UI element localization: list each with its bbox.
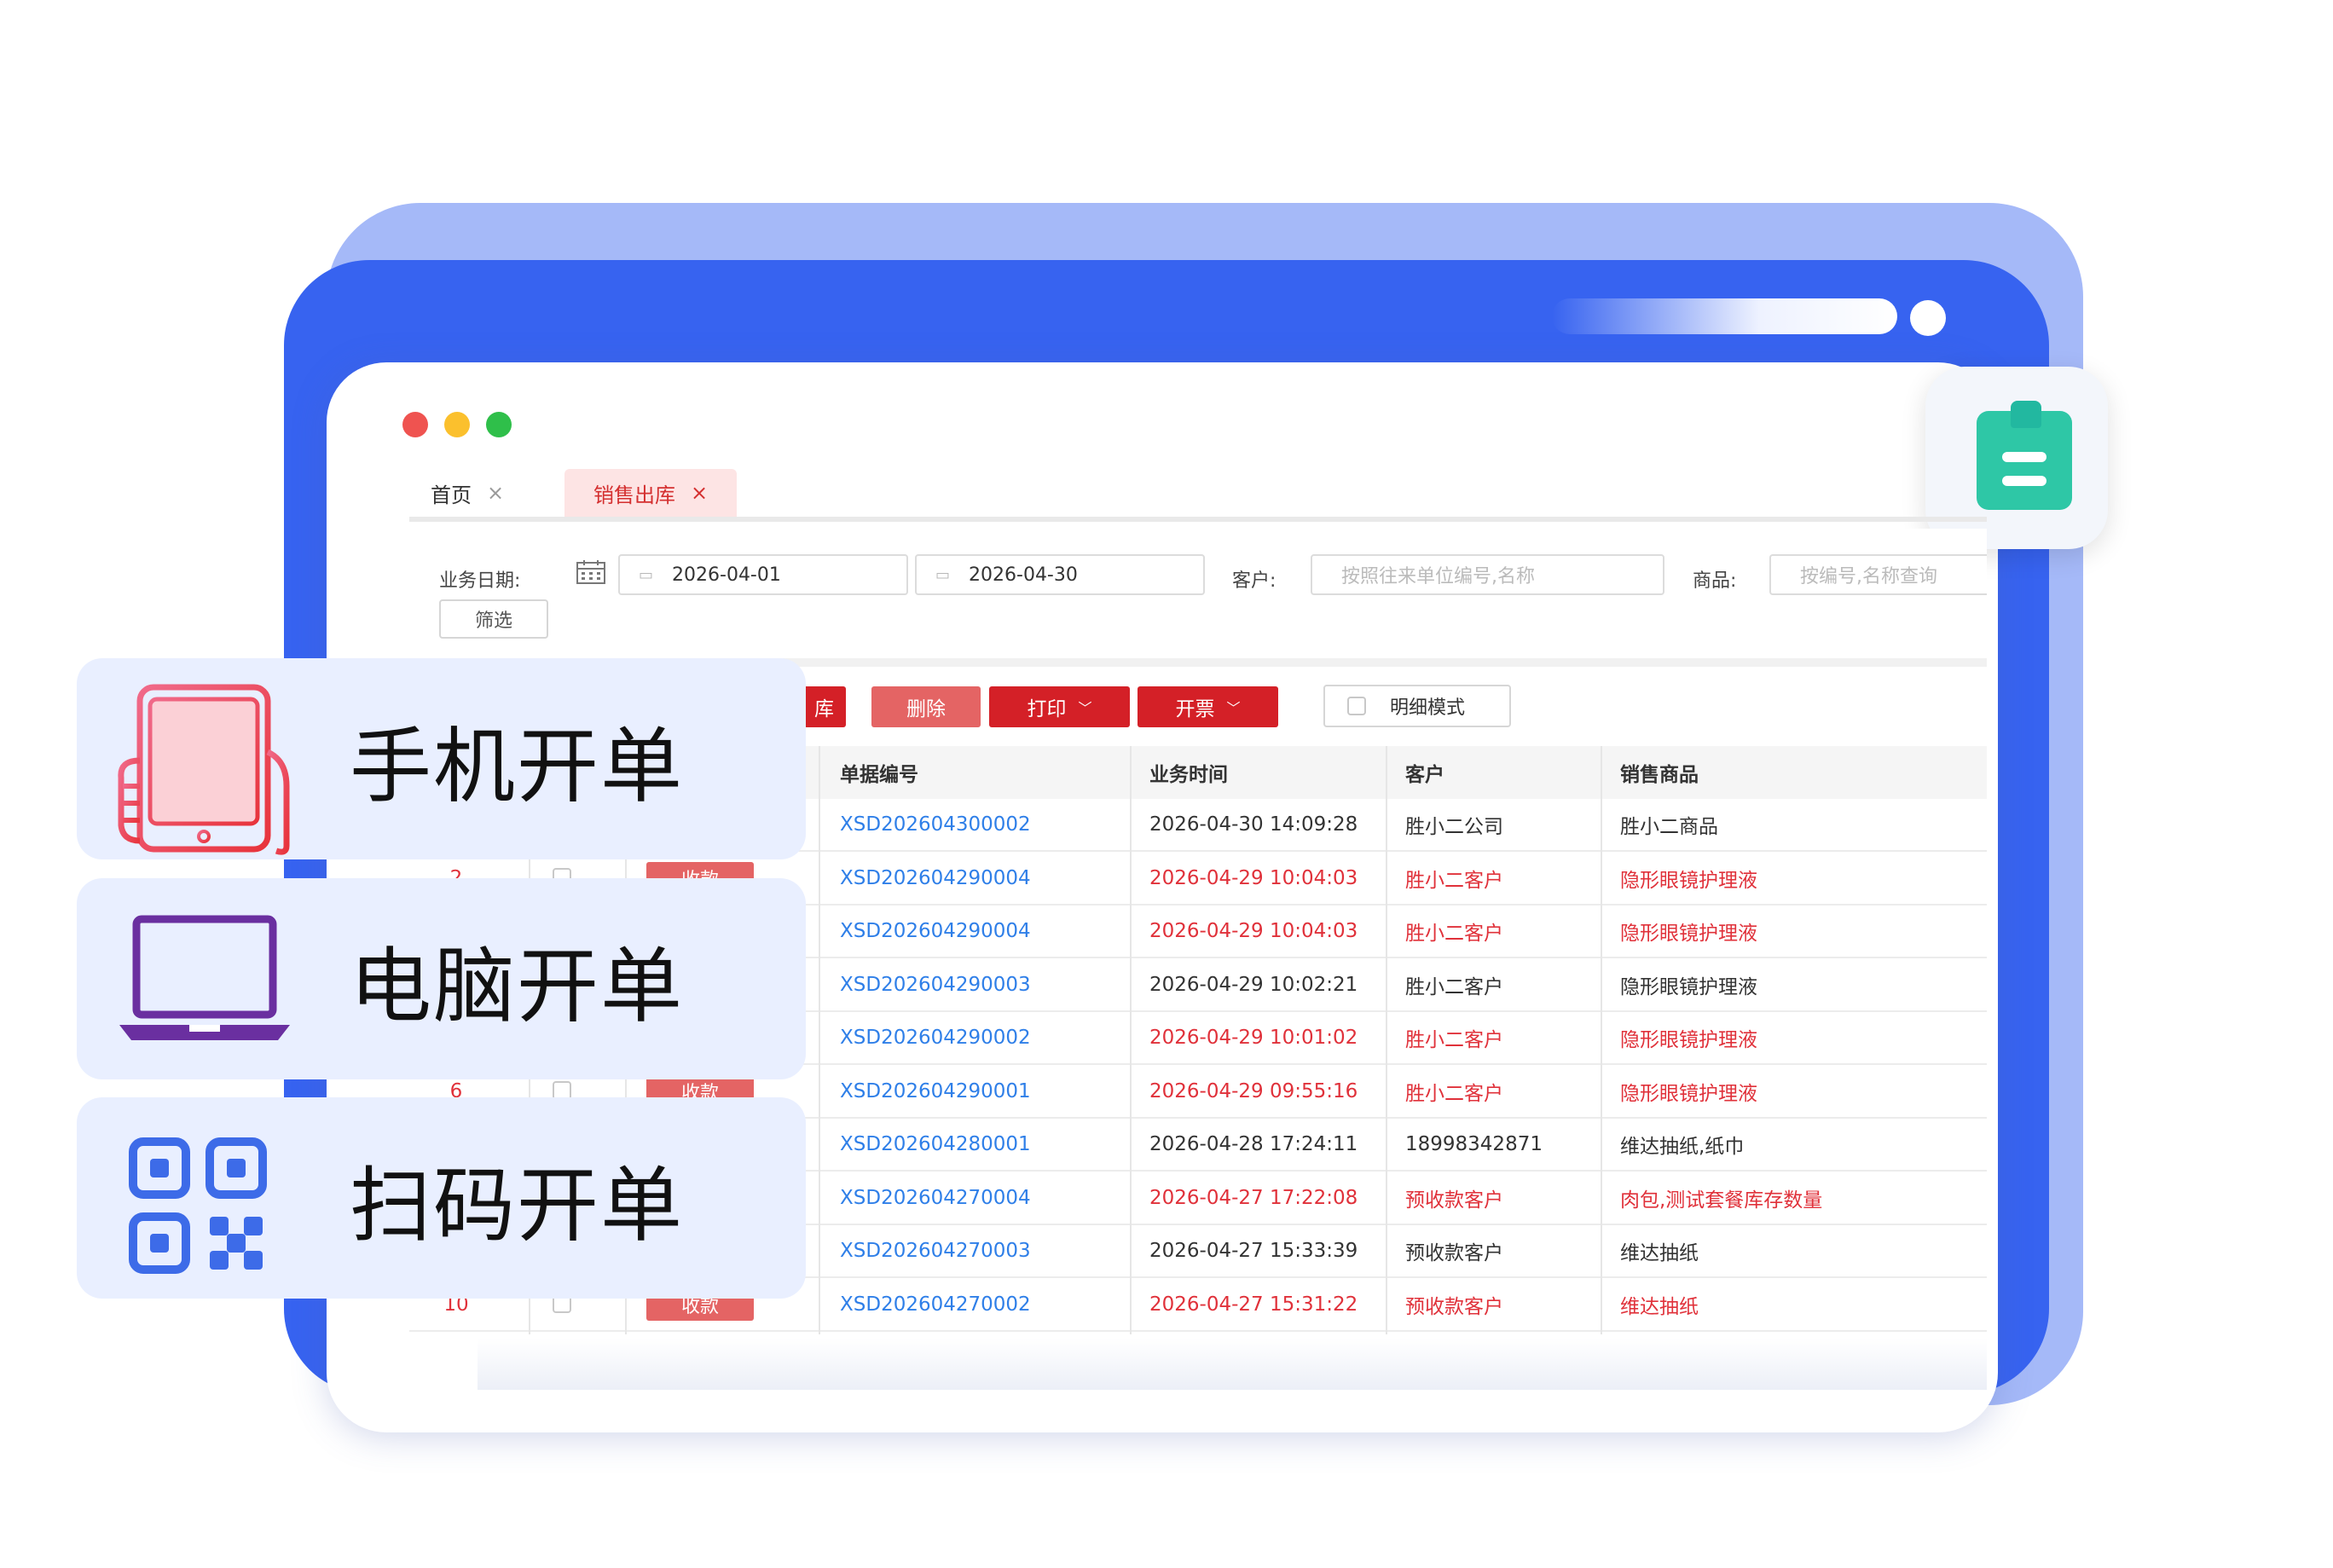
feature-title-desktop: 电脑开单 <box>350 938 684 1034</box>
customer-name: 胜小二客户 <box>1405 1082 1503 1105</box>
product-names: 隐形眼镜护理液 <box>1620 923 1757 945</box>
detail-mode-label: 明细模式 <box>1390 697 1466 719</box>
window-minimize-dot[interactable] <box>444 412 470 437</box>
order-number-link[interactable]: XSD202604290002 <box>840 1012 1031 1063</box>
date-start-value: 2026-04-01 <box>672 564 781 586</box>
column-divider <box>819 746 820 1334</box>
tab-divider <box>409 517 1987 522</box>
product-names: 维达抽纸 <box>1620 1242 1699 1264</box>
business-time: 2026-04-28 17:24:11 <box>1149 1133 1358 1155</box>
business-time: 2026-04-29 10:01:02 <box>1149 1027 1358 1049</box>
order-number-link[interactable]: XSD202604280001 <box>840 1119 1031 1170</box>
customer-name: 胜小二客户 <box>1405 975 1503 998</box>
outbound-button-label: 库 <box>814 698 834 720</box>
product-names: 隐形眼镜护理液 <box>1620 975 1757 998</box>
customer-name: 胜小二客户 <box>1405 869 1503 892</box>
product-names: 隐形眼镜护理液 <box>1620 869 1757 892</box>
business-time: 2026-04-29 10:04:03 <box>1149 866 1358 889</box>
clipboard-line <box>2002 476 2046 486</box>
detail-mode-toggle[interactable]: 明细模式 <box>1323 685 1511 727</box>
product-names: 隐形眼镜护理液 <box>1620 1082 1757 1105</box>
product-names: 肉包,测试套餐库存数量 <box>1620 1189 1823 1212</box>
window-maximize-dot[interactable] <box>486 412 512 437</box>
delete-button[interactable]: 删除 <box>871 686 981 727</box>
customer-name: 预收款客户 <box>1405 1295 1503 1318</box>
column-header-no[interactable]: 单据编号 <box>840 746 918 799</box>
customer-name: 18998342871 <box>1405 1133 1543 1155</box>
tab-home[interactable]: 首页 × <box>431 469 504 517</box>
product-placeholder: 按编号,名称查询 <box>1800 566 1937 587</box>
product-names: 隐形眼镜护理液 <box>1620 1029 1757 1051</box>
header-dot-decoration <box>1910 300 1946 336</box>
column-header-customer[interactable]: 客户 <box>1405 746 1444 799</box>
tab-sales-outbound-label: 销售出库 <box>593 483 675 507</box>
customer-placeholder: 按照往来单位编号,名称 <box>1341 566 1535 587</box>
tab-sales-outbound[interactable]: 销售出库 × <box>564 469 738 517</box>
business-time: 2026-04-29 09:55:16 <box>1149 1079 1358 1102</box>
customer-search-input[interactable]: 按照往来单位编号,名称 <box>1311 554 1664 595</box>
close-icon[interactable]: × <box>691 481 708 505</box>
business-time: 2026-04-27 17:22:08 <box>1149 1186 1358 1209</box>
order-number-link[interactable]: XSD202604290004 <box>840 906 1031 957</box>
order-number-link[interactable]: XSD202604290003 <box>840 959 1031 1010</box>
filter-button[interactable]: 筛选 <box>439 599 548 639</box>
date-label: 业务日期: <box>439 570 521 592</box>
column-divider <box>1601 746 1602 1334</box>
invoice-label: 开票 <box>1175 698 1215 720</box>
column-header-product[interactable]: 销售商品 <box>1620 746 1699 799</box>
business-time: 2026-04-29 10:04:03 <box>1149 920 1358 942</box>
print-button[interactable]: 打印 ﹀ <box>989 686 1130 727</box>
column-divider <box>1130 746 1132 1334</box>
order-number-link[interactable]: XSD202604270003 <box>840 1225 1031 1276</box>
feature-title-mobile: 手机开单 <box>350 718 684 814</box>
calendar-icon[interactable] <box>576 559 606 585</box>
tablet-hand-icon <box>118 684 290 855</box>
business-time: 2026-04-27 15:31:22 <box>1149 1293 1358 1316</box>
customer-name: 胜小二客户 <box>1405 923 1503 945</box>
business-time: 2026-04-29 10:02:21 <box>1149 973 1358 996</box>
clipboard-line <box>2002 452 2046 462</box>
product-search-input[interactable]: 按编号,名称查询 <box>1769 554 1987 595</box>
customer-label: 客户: <box>1232 570 1276 592</box>
clipboard-clip-icon <box>2011 401 2041 428</box>
business-time: 2026-04-27 15:33:39 <box>1149 1240 1358 1262</box>
detail-mode-checkbox[interactable] <box>1347 697 1366 715</box>
customer-name: 预收款客户 <box>1405 1189 1503 1212</box>
date-start-input[interactable]: ▭ 2026-04-01 <box>618 554 908 595</box>
order-number-link[interactable]: XSD202604270004 <box>840 1172 1031 1224</box>
order-number-link[interactable]: XSD202604300002 <box>840 799 1031 850</box>
date-end-input[interactable]: ▭ 2026-04-30 <box>915 554 1205 595</box>
product-label: 商品: <box>1693 570 1737 592</box>
laptop-icon <box>119 915 290 1040</box>
order-number-link[interactable]: XSD202604290004 <box>840 853 1031 904</box>
customer-name: 预收款客户 <box>1405 1242 1503 1264</box>
chevron-down-icon: ﹀ <box>1226 700 1241 716</box>
window-close-dot[interactable] <box>402 412 428 437</box>
customer-name: 胜小二公司 <box>1405 816 1503 838</box>
calendar-icon: ▭ <box>935 565 951 584</box>
window-bottom-edge <box>478 1339 1987 1390</box>
calendar-icon: ▭ <box>639 565 654 584</box>
column-header-time[interactable]: 业务时间 <box>1149 746 1228 799</box>
business-time: 2026-04-30 14:09:28 <box>1149 813 1358 836</box>
close-icon[interactable]: × <box>487 481 504 505</box>
chevron-down-icon: ﹀ <box>1078 700 1092 716</box>
header-bar-decoration <box>1552 298 1897 334</box>
product-names: 维达抽纸,纸巾 <box>1620 1136 1745 1158</box>
qr-code-icon <box>129 1137 267 1274</box>
date-end-value: 2026-04-30 <box>969 564 1078 586</box>
invoice-button[interactable]: 开票 ﹀ <box>1138 686 1278 727</box>
delete-label: 删除 <box>906 698 946 720</box>
order-number-link[interactable]: XSD202604270002 <box>840 1279 1031 1330</box>
feature-title-scan: 扫码开单 <box>350 1157 684 1253</box>
product-names: 维达抽纸 <box>1620 1295 1699 1318</box>
customer-name: 胜小二客户 <box>1405 1029 1503 1051</box>
column-divider <box>1386 746 1387 1334</box>
order-number-link[interactable]: XSD202604290001 <box>840 1066 1031 1117</box>
print-label: 打印 <box>1027 698 1067 720</box>
product-names: 胜小二商品 <box>1620 816 1718 838</box>
tab-home-label: 首页 <box>431 483 472 507</box>
